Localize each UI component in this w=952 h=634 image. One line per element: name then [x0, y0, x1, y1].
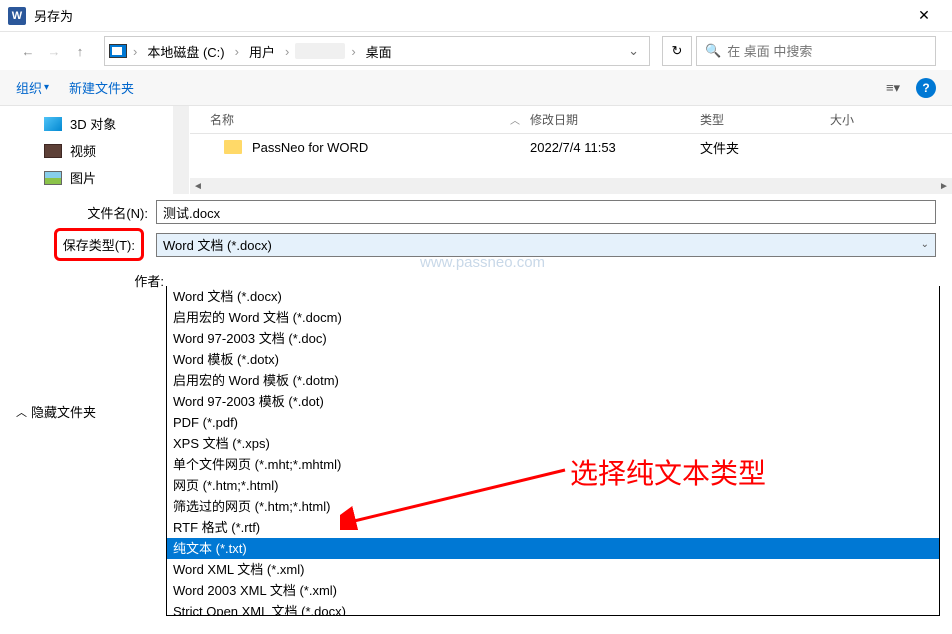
filetype-value: Word 文档 (*.docx) [163, 235, 272, 254]
sidebar-item-pictures[interactable]: 图片 [0, 164, 189, 191]
annotation-highlight-box: 保存类型(T): [54, 228, 144, 261]
filetype-option[interactable]: 网页 (*.htm;*.html) [167, 475, 939, 496]
chevron-right-icon: › [347, 44, 359, 59]
filetype-option[interactable]: PDF (*.pdf) [167, 412, 939, 433]
sidebar-item-label: 视频 [70, 141, 96, 160]
chevron-right-icon: › [231, 44, 243, 59]
new-folder-button[interactable]: 新建文件夹 [69, 78, 134, 97]
help-button[interactable]: ? [916, 78, 936, 98]
filetype-option[interactable]: 纯文本 (*.txt) [167, 538, 939, 559]
drive-icon [109, 44, 127, 58]
content-area: 3D 对象 视频 图片 名称︿ 修改日期 类型 大小 PassNeo for W… [0, 106, 952, 194]
file-row[interactable]: PassNeo for WORD 2022/7/4 11:53 文件夹 [190, 134, 952, 160]
filetype-option[interactable]: 筛选过的网页 (*.htm;*.html) [167, 496, 939, 517]
filename-label: 文件名(N): [16, 203, 156, 222]
navigation-row: ← → ↑ › 本地磁盘 (C:) › 用户 › › 桌面 ⌄ ↻ 🔍 [0, 32, 952, 70]
search-input[interactable] [727, 44, 927, 59]
filetype-option[interactable]: Word XML 文档 (*.xml) [167, 559, 939, 580]
filetype-dropdown-list: Word 文档 (*.docx)启用宏的 Word 文档 (*.docm)Wor… [166, 286, 940, 616]
file-type: 文件夹 [700, 138, 830, 157]
filetype-select[interactable]: Word 文档 (*.docx) ⌄ [156, 233, 936, 257]
up-button[interactable]: ↑ [68, 39, 92, 63]
sidebar: 3D 对象 视频 图片 [0, 106, 190, 194]
filetype-option[interactable]: Strict Open XML 文档 (*.docx) [167, 601, 939, 616]
titlebar: W 另存为 ✕ [0, 0, 952, 32]
filetype-option[interactable]: Word 模板 (*.dotx) [167, 349, 939, 370]
sidebar-item-label: 图片 [70, 168, 96, 187]
filetype-option[interactable]: Word 97-2003 文档 (*.doc) [167, 328, 939, 349]
file-list-area: 名称︿ 修改日期 类型 大小 PassNeo for WORD 2022/7/4… [190, 106, 952, 194]
filetype-option[interactable]: 启用宏的 Word 模板 (*.dotm) [167, 370, 939, 391]
breadcrumb-users[interactable]: 用户 [245, 40, 279, 63]
breadcrumb[interactable]: › 本地磁盘 (C:) › 用户 › › 桌面 ⌄ [104, 36, 650, 66]
filetype-option[interactable]: RTF 格式 (*.rtf) [167, 517, 939, 538]
file-name: PassNeo for WORD [252, 140, 368, 155]
horizontal-scrollbar[interactable]: ◄ ► [190, 178, 952, 194]
toolbar: 组织 ▾ 新建文件夹 ≡▾ ? [0, 70, 952, 106]
filetype-option[interactable]: Word 2003 XML 文档 (*.xml) [167, 580, 939, 601]
back-button[interactable]: ← [16, 39, 40, 63]
search-bar[interactable]: 🔍 [696, 36, 936, 66]
chevron-right-icon: › [129, 44, 141, 59]
column-date[interactable]: 修改日期 [530, 111, 700, 128]
scroll-left-icon[interactable]: ◄ [190, 178, 206, 194]
sidebar-item-3d[interactable]: 3D 对象 [0, 110, 189, 137]
sort-up-icon: ︿ [510, 112, 520, 127]
file-date: 2022/7/4 11:53 [530, 140, 700, 155]
column-name[interactable]: 名称︿ [190, 111, 530, 128]
view-options-button[interactable]: ≡▾ [878, 78, 908, 98]
filetype-option[interactable]: Word 文档 (*.docx) [167, 286, 939, 307]
3d-objects-icon [44, 117, 62, 131]
breadcrumb-user-blurred[interactable] [295, 43, 345, 59]
sidebar-item-label: 3D 对象 [70, 114, 116, 133]
window-title: 另存为 [34, 6, 73, 25]
organize-button[interactable]: 组织 ▾ [16, 78, 49, 97]
breadcrumb-drive[interactable]: 本地磁盘 (C:) [143, 40, 228, 63]
pictures-icon [44, 171, 62, 185]
list-header: 名称︿ 修改日期 类型 大小 [190, 106, 952, 134]
chevron-right-icon: › [281, 44, 293, 59]
column-type[interactable]: 类型 [700, 111, 830, 128]
filetype-option[interactable]: 启用宏的 Word 文档 (*.docm) [167, 307, 939, 328]
filetype-label: 保存类型(T): [63, 238, 135, 253]
breadcrumb-desktop[interactable]: 桌面 [362, 40, 396, 63]
hide-folders-toggle[interactable]: ︿ 隐藏文件夹 [16, 402, 96, 421]
folder-icon [224, 140, 242, 154]
refresh-button[interactable]: ↻ [662, 36, 692, 66]
sidebar-item-videos[interactable]: 视频 [0, 137, 189, 164]
videos-icon [44, 144, 62, 158]
filename-input[interactable] [156, 200, 936, 224]
chevron-up-icon: ︿ [16, 404, 27, 420]
breadcrumb-dropdown-icon[interactable]: ⌄ [622, 43, 645, 59]
hide-folders-label: 隐藏文件夹 [31, 402, 96, 421]
forward-button[interactable]: → [42, 39, 66, 63]
filetype-option[interactable]: Word 97-2003 模板 (*.dot) [167, 391, 939, 412]
close-button[interactable]: ✕ [904, 0, 944, 32]
column-size[interactable]: 大小 [830, 111, 952, 128]
sidebar-scrollbar[interactable] [173, 106, 189, 194]
word-app-icon: W [8, 7, 26, 25]
chevron-down-icon: ▾ [44, 82, 49, 93]
filetype-option[interactable]: 单个文件网页 (*.mht;*.mhtml) [167, 454, 939, 475]
scroll-right-icon[interactable]: ► [936, 178, 952, 194]
chevron-down-icon: ⌄ [921, 239, 929, 250]
filetype-option[interactable]: XPS 文档 (*.xps) [167, 433, 939, 454]
search-icon: 🔍 [705, 43, 721, 59]
author-label: 作者: [32, 271, 172, 290]
